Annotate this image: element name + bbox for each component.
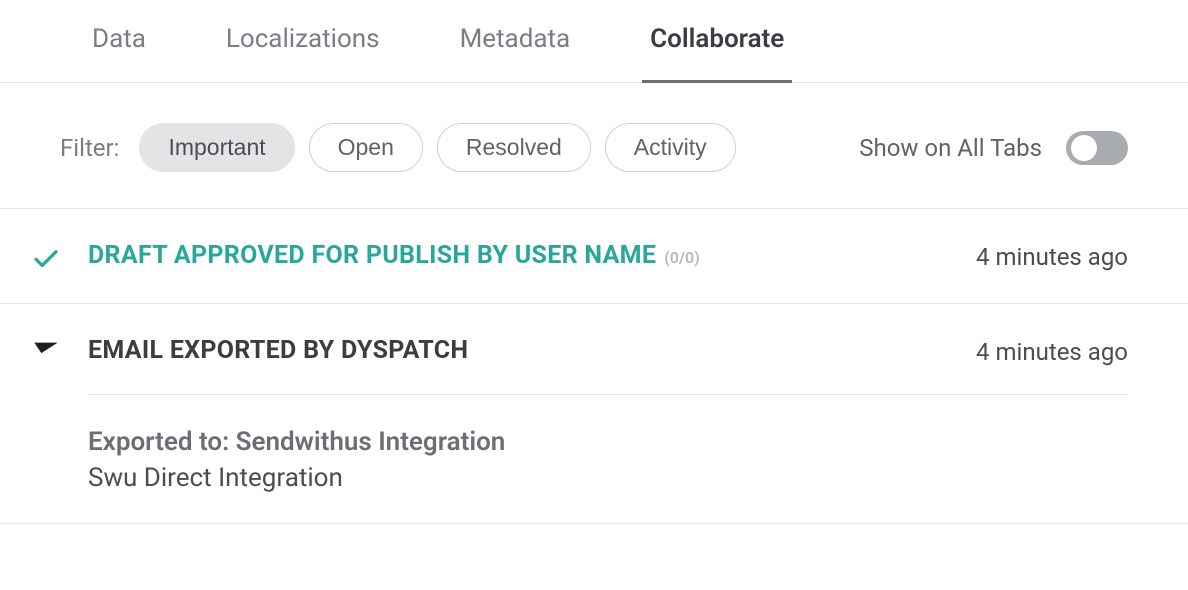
send-icon bbox=[22, 336, 70, 366]
filter-chip-open[interactable]: Open bbox=[309, 123, 423, 172]
activity-detail-text: Swu Direct Integration bbox=[88, 463, 1128, 493]
tab-localizations[interactable]: Localizations bbox=[226, 24, 380, 82]
filter-chip-activity[interactable]: Activity bbox=[605, 123, 736, 172]
activity-title: EMAIL EXPORTED BY DYSPATCH bbox=[88, 336, 468, 365]
filter-chip-resolved[interactable]: Resolved bbox=[437, 123, 591, 172]
tabs-bar: Data Localizations Metadata Collaborate bbox=[0, 0, 1188, 83]
activity-list: DRAFT APPROVED FOR PUBLISH BY USER NAME … bbox=[0, 208, 1188, 524]
activity-detail-label: Exported to: Sendwithus Integration bbox=[88, 427, 1128, 457]
show-all-tabs-label: Show on All Tabs bbox=[859, 134, 1042, 162]
list-item[interactable]: DRAFT APPROVED FOR PUBLISH BY USER NAME … bbox=[0, 209, 1188, 304]
tab-metadata[interactable]: Metadata bbox=[460, 24, 571, 82]
filter-bar: Filter: Important Open Resolved Activity… bbox=[0, 83, 1188, 208]
show-all-tabs-toggle[interactable] bbox=[1066, 131, 1128, 165]
activity-time: 4 minutes ago bbox=[976, 336, 1128, 366]
filter-chip-important[interactable]: Important bbox=[139, 123, 294, 172]
tab-collaborate[interactable]: Collaborate bbox=[650, 24, 784, 82]
list-item[interactable]: EMAIL EXPORTED BY DYSPATCH 4 minutes ago… bbox=[0, 304, 1188, 524]
activity-count: (0/0) bbox=[664, 248, 700, 267]
activity-title: DRAFT APPROVED FOR PUBLISH BY USER NAME bbox=[88, 241, 656, 270]
tab-data[interactable]: Data bbox=[92, 24, 146, 82]
toggle-knob bbox=[1071, 135, 1097, 161]
activity-detail: Exported to: Sendwithus Integration Swu … bbox=[88, 394, 1128, 493]
filter-label: Filter: bbox=[60, 134, 119, 162]
activity-time: 4 minutes ago bbox=[976, 241, 1128, 271]
check-icon bbox=[22, 241, 70, 273]
